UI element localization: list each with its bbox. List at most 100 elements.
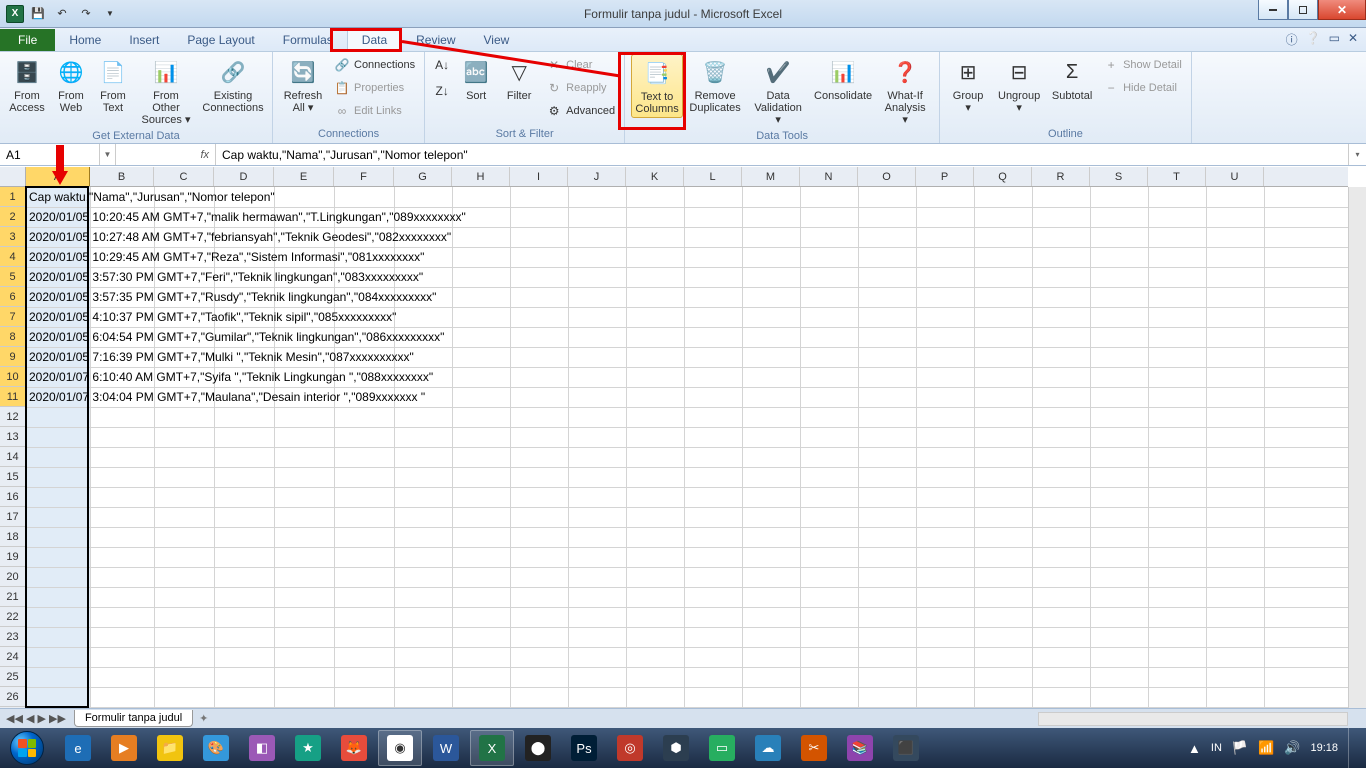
cell-A1[interactable]: Cap waktu,"Nama","Jurusan","Nomor telepo… [26,187,278,207]
undo-icon[interactable]: ↶ [52,4,72,24]
cell-A11[interactable]: 2020/01/07 3:04:04 PM GMT+7,"Maulana","D… [26,387,428,407]
cell-A10[interactable]: 2020/01/07 6:10:40 AM GMT+7,"Syifa ","Te… [26,367,436,387]
close-button[interactable]: ✕ [1318,0,1366,20]
row-header-14[interactable]: 14 [0,447,25,467]
column-header-F[interactable]: F [334,167,394,186]
start-button[interactable] [0,728,54,768]
cell-A6[interactable]: 2020/01/05 3:57:35 PM GMT+7,"Rusdy","Tek… [26,287,439,307]
help-icon[interactable]: ❔ [1306,31,1321,48]
connections-button[interactable]: 🔗Connections [331,54,418,76]
cell-A7[interactable]: 2020/01/05 4:10:37 PM GMT+7,"Taofik","Te… [26,307,399,327]
row-header-9[interactable]: 9 [0,347,25,367]
sheet-tab[interactable]: Formulir tanpa judul [74,710,193,727]
taskbar-app4[interactable]: ⬢ [654,730,698,766]
from-text-button[interactable]: 📄FromText [94,54,132,116]
from-web-button[interactable]: 🌐FromWeb [52,54,90,116]
row-header-11[interactable]: 11 [0,387,25,407]
tab-insert[interactable]: Insert [115,29,173,51]
cell-A5[interactable]: 2020/01/05 3:57:30 PM GMT+7,"Feri","Tekn… [26,267,426,287]
from-access-button[interactable]: 🗄️FromAccess [6,54,48,116]
taskbar-winrar[interactable]: 📚 [838,730,882,766]
column-header-U[interactable]: U [1206,167,1264,186]
row-header-8[interactable]: 8 [0,327,25,347]
save-icon[interactable]: 💾 [28,4,48,24]
ungroup-button[interactable]: ⊟Ungroup▾ [994,54,1044,116]
close-doc-icon[interactable]: ✕ [1348,31,1358,48]
taskbar-app1[interactable]: ◧ [240,730,284,766]
taskbar-app8[interactable]: ⬛ [884,730,928,766]
row-header-5[interactable]: 5 [0,267,25,287]
taskbar-ie[interactable]: e [56,730,100,766]
row-header-10[interactable]: 10 [0,367,25,387]
tray-clock[interactable]: 19:18 [1310,742,1338,754]
tab-view[interactable]: View [470,29,524,51]
row-header-25[interactable]: 25 [0,667,25,687]
select-all-corner[interactable] [0,167,26,187]
row-header-13[interactable]: 13 [0,427,25,447]
taskbar-obs[interactable]: ⬤ [516,730,560,766]
formula-expand-icon[interactable]: ▾ [1348,144,1366,165]
row-header-20[interactable]: 20 [0,567,25,587]
show-desktop-button[interactable] [1348,728,1360,768]
row-header-21[interactable]: 21 [0,587,25,607]
column-header-D[interactable]: D [214,167,274,186]
text-to-columns-button[interactable]: 📑Text toColumns [631,54,683,118]
row-header-16[interactable]: 16 [0,487,25,507]
column-header-O[interactable]: O [858,167,916,186]
cell-A4[interactable]: 2020/01/05 10:29:45 AM GMT+7,"Reza","Sis… [26,247,427,267]
row-header-22[interactable]: 22 [0,607,25,627]
fx-label[interactable]: fx [116,144,216,165]
taskbar-app6[interactable]: ☁ [746,730,790,766]
row-header-23[interactable]: 23 [0,627,25,647]
reapply-button[interactable]: ↻Reapply [543,77,618,99]
cell-A3[interactable]: 2020/01/05 10:27:48 AM GMT+7,"febriansya… [26,227,454,247]
data-validation-button[interactable]: ✔️DataValidation ▾ [747,54,809,128]
row-header-3[interactable]: 3 [0,227,25,247]
row-header-1[interactable]: 1 [0,187,25,207]
tab-review[interactable]: Review [402,29,469,51]
column-header-I[interactable]: I [510,167,568,186]
sort-az-button[interactable]: A↓ [431,54,453,76]
taskbar-app7[interactable]: ✂ [792,730,836,766]
clear-filter-button[interactable]: ✕Clear [543,54,618,76]
row-header-4[interactable]: 4 [0,247,25,267]
hide-detail-button[interactable]: −Hide Detail [1100,77,1185,99]
taskbar-explorer[interactable]: 📁 [148,730,192,766]
taskbar-chrome[interactable]: ◉ [378,730,422,766]
tray-network-icon[interactable]: 📶 [1258,740,1274,756]
taskbar-excel[interactable]: X [470,730,514,766]
filter-button[interactable]: ▽Filter [499,54,539,104]
qat-customize-icon[interactable]: ▼ [100,4,120,24]
minimize-ribbon-icon[interactable]: ⓘ [1286,31,1298,48]
remove-duplicates-button[interactable]: 🗑️RemoveDuplicates [687,54,743,116]
column-header-S[interactable]: S [1090,167,1148,186]
tray-volume-icon[interactable]: 🔊 [1284,740,1300,756]
tab-file[interactable]: File [0,29,55,51]
column-header-P[interactable]: P [916,167,974,186]
advanced-filter-button[interactable]: ⚙Advanced [543,100,618,122]
column-header-C[interactable]: C [154,167,214,186]
column-header-H[interactable]: H [452,167,510,186]
sort-za-button[interactable]: Z↓ [431,80,453,102]
row-header-24[interactable]: 24 [0,647,25,667]
restore-doc-icon[interactable]: ▭ [1329,31,1340,48]
taskbar-paint[interactable]: 🎨 [194,730,238,766]
cell-A8[interactable]: 2020/01/05 6:04:54 PM GMT+7,"Gumilar","T… [26,327,447,347]
show-detail-button[interactable]: +Show Detail [1100,54,1185,76]
column-header-B[interactable]: B [90,167,154,186]
taskbar-app3[interactable]: ◎ [608,730,652,766]
row-header-19[interactable]: 19 [0,547,25,567]
sheet-nav-buttons[interactable]: ◀◀ ◀ ▶ ▶▶ [0,712,72,725]
existing-connections-button[interactable]: 🔗ExistingConnections [200,54,266,116]
column-header-T[interactable]: T [1148,167,1206,186]
name-box-dropdown[interactable]: ▼ [100,144,116,165]
vertical-scrollbar[interactable] [1348,187,1366,708]
sort-button[interactable]: 🔤Sort [457,54,495,104]
edit-links-button[interactable]: ∞Edit Links [331,100,418,122]
tab-page-layout[interactable]: Page Layout [173,29,268,51]
tray-language[interactable]: IN [1211,742,1222,754]
column-header-K[interactable]: K [626,167,684,186]
row-header-7[interactable]: 7 [0,307,25,327]
column-header-G[interactable]: G [394,167,452,186]
row-header-18[interactable]: 18 [0,527,25,547]
